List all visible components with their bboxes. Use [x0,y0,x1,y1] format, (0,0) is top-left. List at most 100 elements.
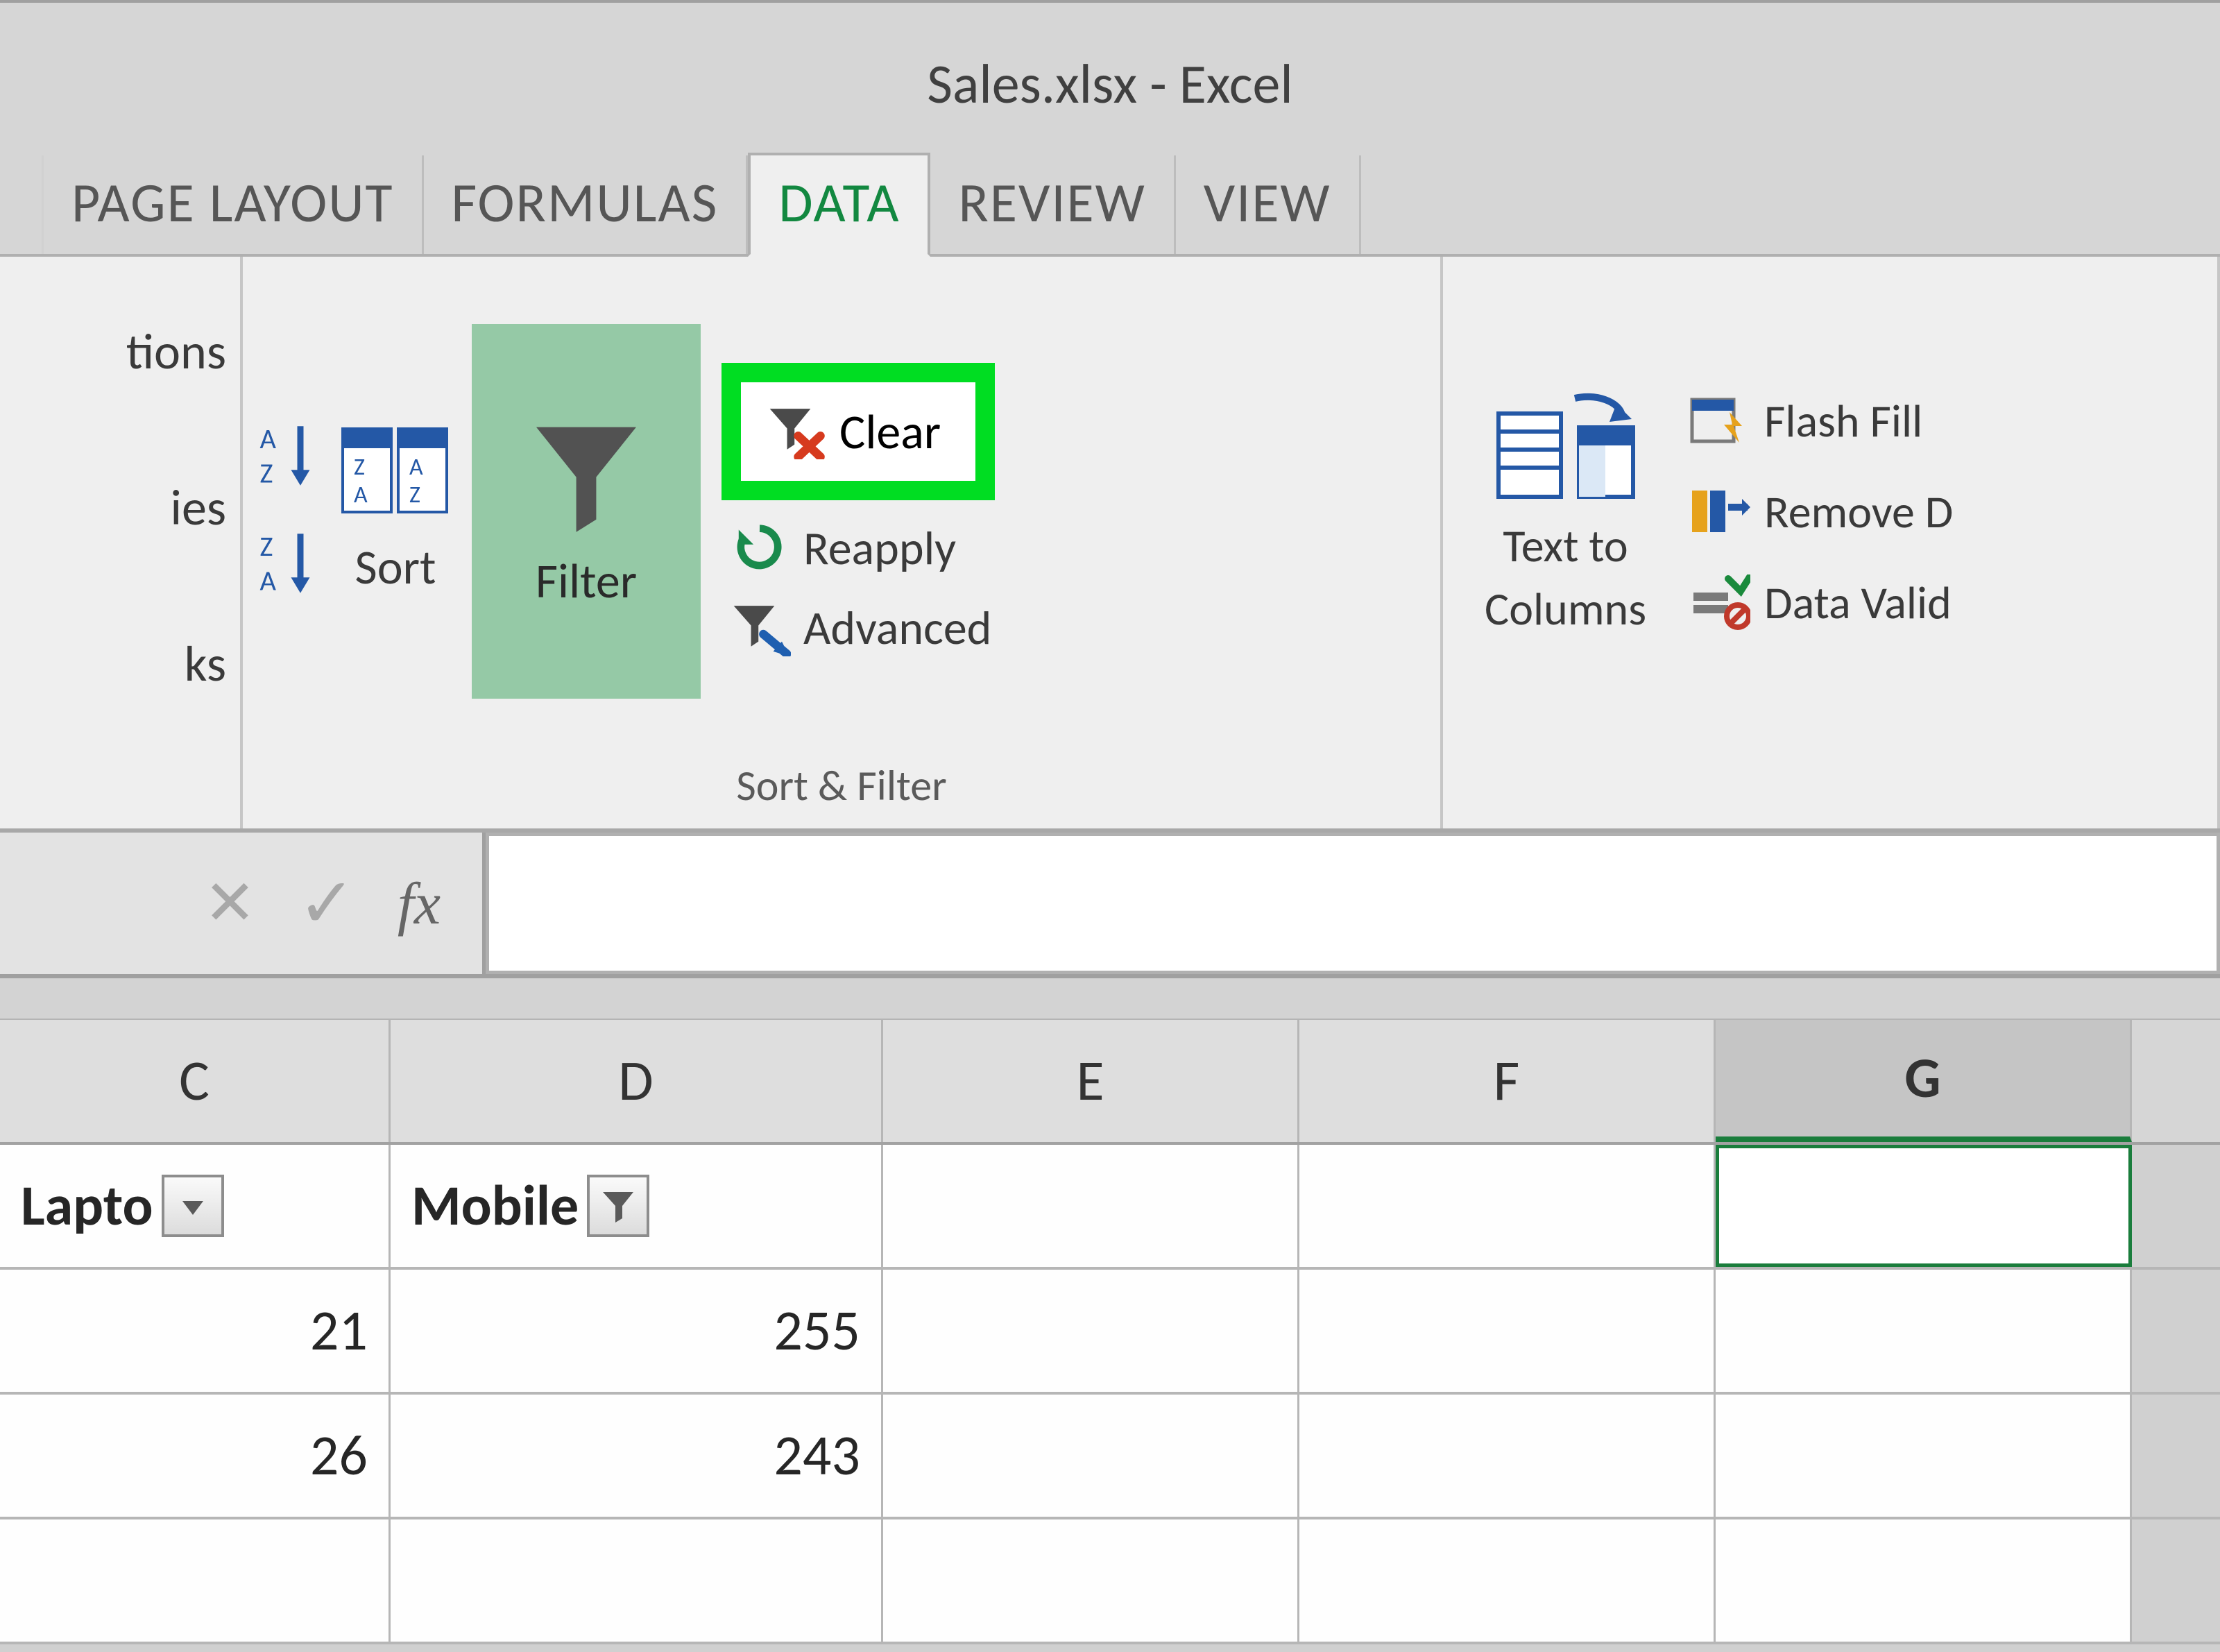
formula-input[interactable] [486,833,2220,974]
cell-f-2[interactable] [1299,1395,1716,1517]
filter-dropdown-c[interactable] [162,1175,224,1237]
cell-g-header[interactable] [1716,1145,2132,1267]
sort-desc-button[interactable]: Z A [257,522,319,608]
header-c-text: Lapto [21,1171,153,1241]
filter-label: Filter [536,551,637,611]
data-validation-icon [1688,574,1750,630]
connections-fragment-1[interactable]: tions [126,321,226,382]
fx-label[interactable]: fx [398,869,441,938]
cell-g-1[interactable] [1716,1270,2132,1392]
sort-asc-icon: A Z [257,414,319,497]
tab-view[interactable]: VIEW [1176,155,1361,254]
tab-data[interactable]: DATA [748,153,930,257]
remove-duplicates-label: Remove D [1764,484,1953,540]
connections-fragment-3[interactable]: ks [185,633,226,695]
svg-text:A: A [354,481,368,509]
group-label-connections [0,759,240,828]
cell-d-1[interactable]: 255 [391,1270,883,1392]
reapply-filter-button[interactable]: Reapply [722,517,963,580]
column-header-e[interactable]: E [883,1020,1299,1142]
worksheet-grid: Lapto Mobile 21 255 26 243 [0,1145,2220,1644]
svg-text:A: A [409,453,423,482]
table-row: 21 255 [0,1270,2220,1395]
sort-desc-icon: Z A [257,522,319,605]
cell-c-1[interactable]: 21 [0,1270,391,1392]
svg-text:Z: Z [354,453,365,482]
table-header-row: Lapto Mobile [0,1145,2220,1270]
cell-f-3[interactable] [1299,1519,1716,1642]
svg-text:Z: Z [260,529,273,563]
ribbon-group-data-tools: Text to Columns Flash Fill [1443,257,2220,828]
filter-button[interactable]: Filter [472,324,701,699]
cell-d-3[interactable] [391,1519,883,1642]
data-validation-label: Data Valid [1764,574,1952,631]
flash-fill-label: Flash Fill [1764,393,1922,449]
svg-text:A: A [260,563,277,597]
text-to-columns-icon [1493,386,1639,511]
clear-filter-highlight: Clear [722,363,995,500]
tab-review[interactable]: REVIEW [930,155,1175,254]
filter-dropdown-d[interactable] [587,1175,649,1237]
group-label-sort-filter: Sort & Filter [243,759,1440,828]
ribbon: tions ies ks A Z Z [0,257,2220,833]
funnel-icon [524,412,649,537]
table-row: 26 243 [0,1395,2220,1519]
cell-f-header[interactable] [1299,1145,1716,1267]
tab-formulas[interactable]: FORMULAS [424,155,749,254]
sort-dialog-label: Sort [355,537,436,597]
cell-g-2[interactable] [1716,1395,2132,1517]
window-title: Sales.xlsx - Excel [0,0,2220,139]
formula-cancel-icon[interactable]: ✕ [204,865,256,942]
column-header-g[interactable]: G [1716,1020,2132,1142]
ribbon-tab-strip: PAGE LAYOUT FORMULAS DATA REVIEW VIEW [0,139,2220,257]
data-validation-button[interactable]: Data Valid [1688,574,1952,631]
connections-fragment-2[interactable]: ies [170,477,226,538]
cell-g-3[interactable] [1716,1519,2132,1642]
flash-fill-icon [1688,393,1750,448]
advanced-filter-button[interactable]: Advanced [722,597,998,660]
reapply-icon [728,521,791,577]
remove-duplicates-icon [1688,484,1750,539]
header-cell-c[interactable]: Lapto [0,1145,391,1267]
cell-f-1[interactable] [1299,1270,1716,1392]
table-row [0,1519,2220,1644]
formula-enter-icon[interactable]: ✓ [298,861,356,946]
column-header-c[interactable]: C [0,1020,391,1142]
remove-duplicates-button[interactable]: Remove D [1688,484,1953,540]
clear-filter-button[interactable]: Clear [741,382,975,481]
filtered-funnel-icon [599,1186,638,1225]
ribbon-group-connections-partial: tions ies ks [0,257,243,828]
tab-page-layout[interactable]: PAGE LAYOUT [42,155,424,254]
cell-c-3[interactable] [0,1519,391,1642]
dropdown-arrow-icon [176,1189,210,1223]
cell-c-2[interactable]: 26 [0,1395,391,1517]
text-to-columns-button[interactable]: Text to Columns [1485,386,1646,637]
sort-dialog-button[interactable]: Z A A Z [340,426,451,516]
svg-text:A: A [260,421,277,456]
svg-text:Z: Z [260,455,273,490]
flash-fill-button[interactable]: Flash Fill [1688,393,1922,449]
svg-text:Z: Z [409,481,420,509]
clear-filter-icon [765,404,827,459]
text-to-columns-label-1: Text to [1503,518,1628,574]
cell-e-header[interactable] [883,1145,1299,1267]
column-header-d[interactable]: D [391,1020,883,1142]
formula-bar: ✕ ✓ fx [0,833,2220,978]
text-to-columns-label-2: Columns [1485,581,1646,637]
header-d-text: Mobile [411,1171,579,1241]
cell-e-1[interactable] [883,1270,1299,1392]
column-header-f[interactable]: F [1299,1020,1716,1142]
cell-e-3[interactable] [883,1519,1299,1642]
group-label-data-tools [1443,759,2217,828]
spacer [0,978,2220,1020]
window-title-text: Sales.xlsx - Excel [927,51,1292,118]
header-cell-d[interactable]: Mobile [391,1145,883,1267]
advanced-label: Advanced [803,599,991,657]
column-headers: C D E F G [0,1020,2220,1145]
reapply-label: Reapply [803,520,956,577]
cell-d-2[interactable]: 243 [391,1395,883,1517]
sort-asc-button[interactable]: A Z [257,414,319,501]
advanced-filter-icon [728,601,791,656]
cell-e-2[interactable] [883,1395,1299,1517]
ribbon-group-sort-filter: A Z Z A [243,257,1443,828]
